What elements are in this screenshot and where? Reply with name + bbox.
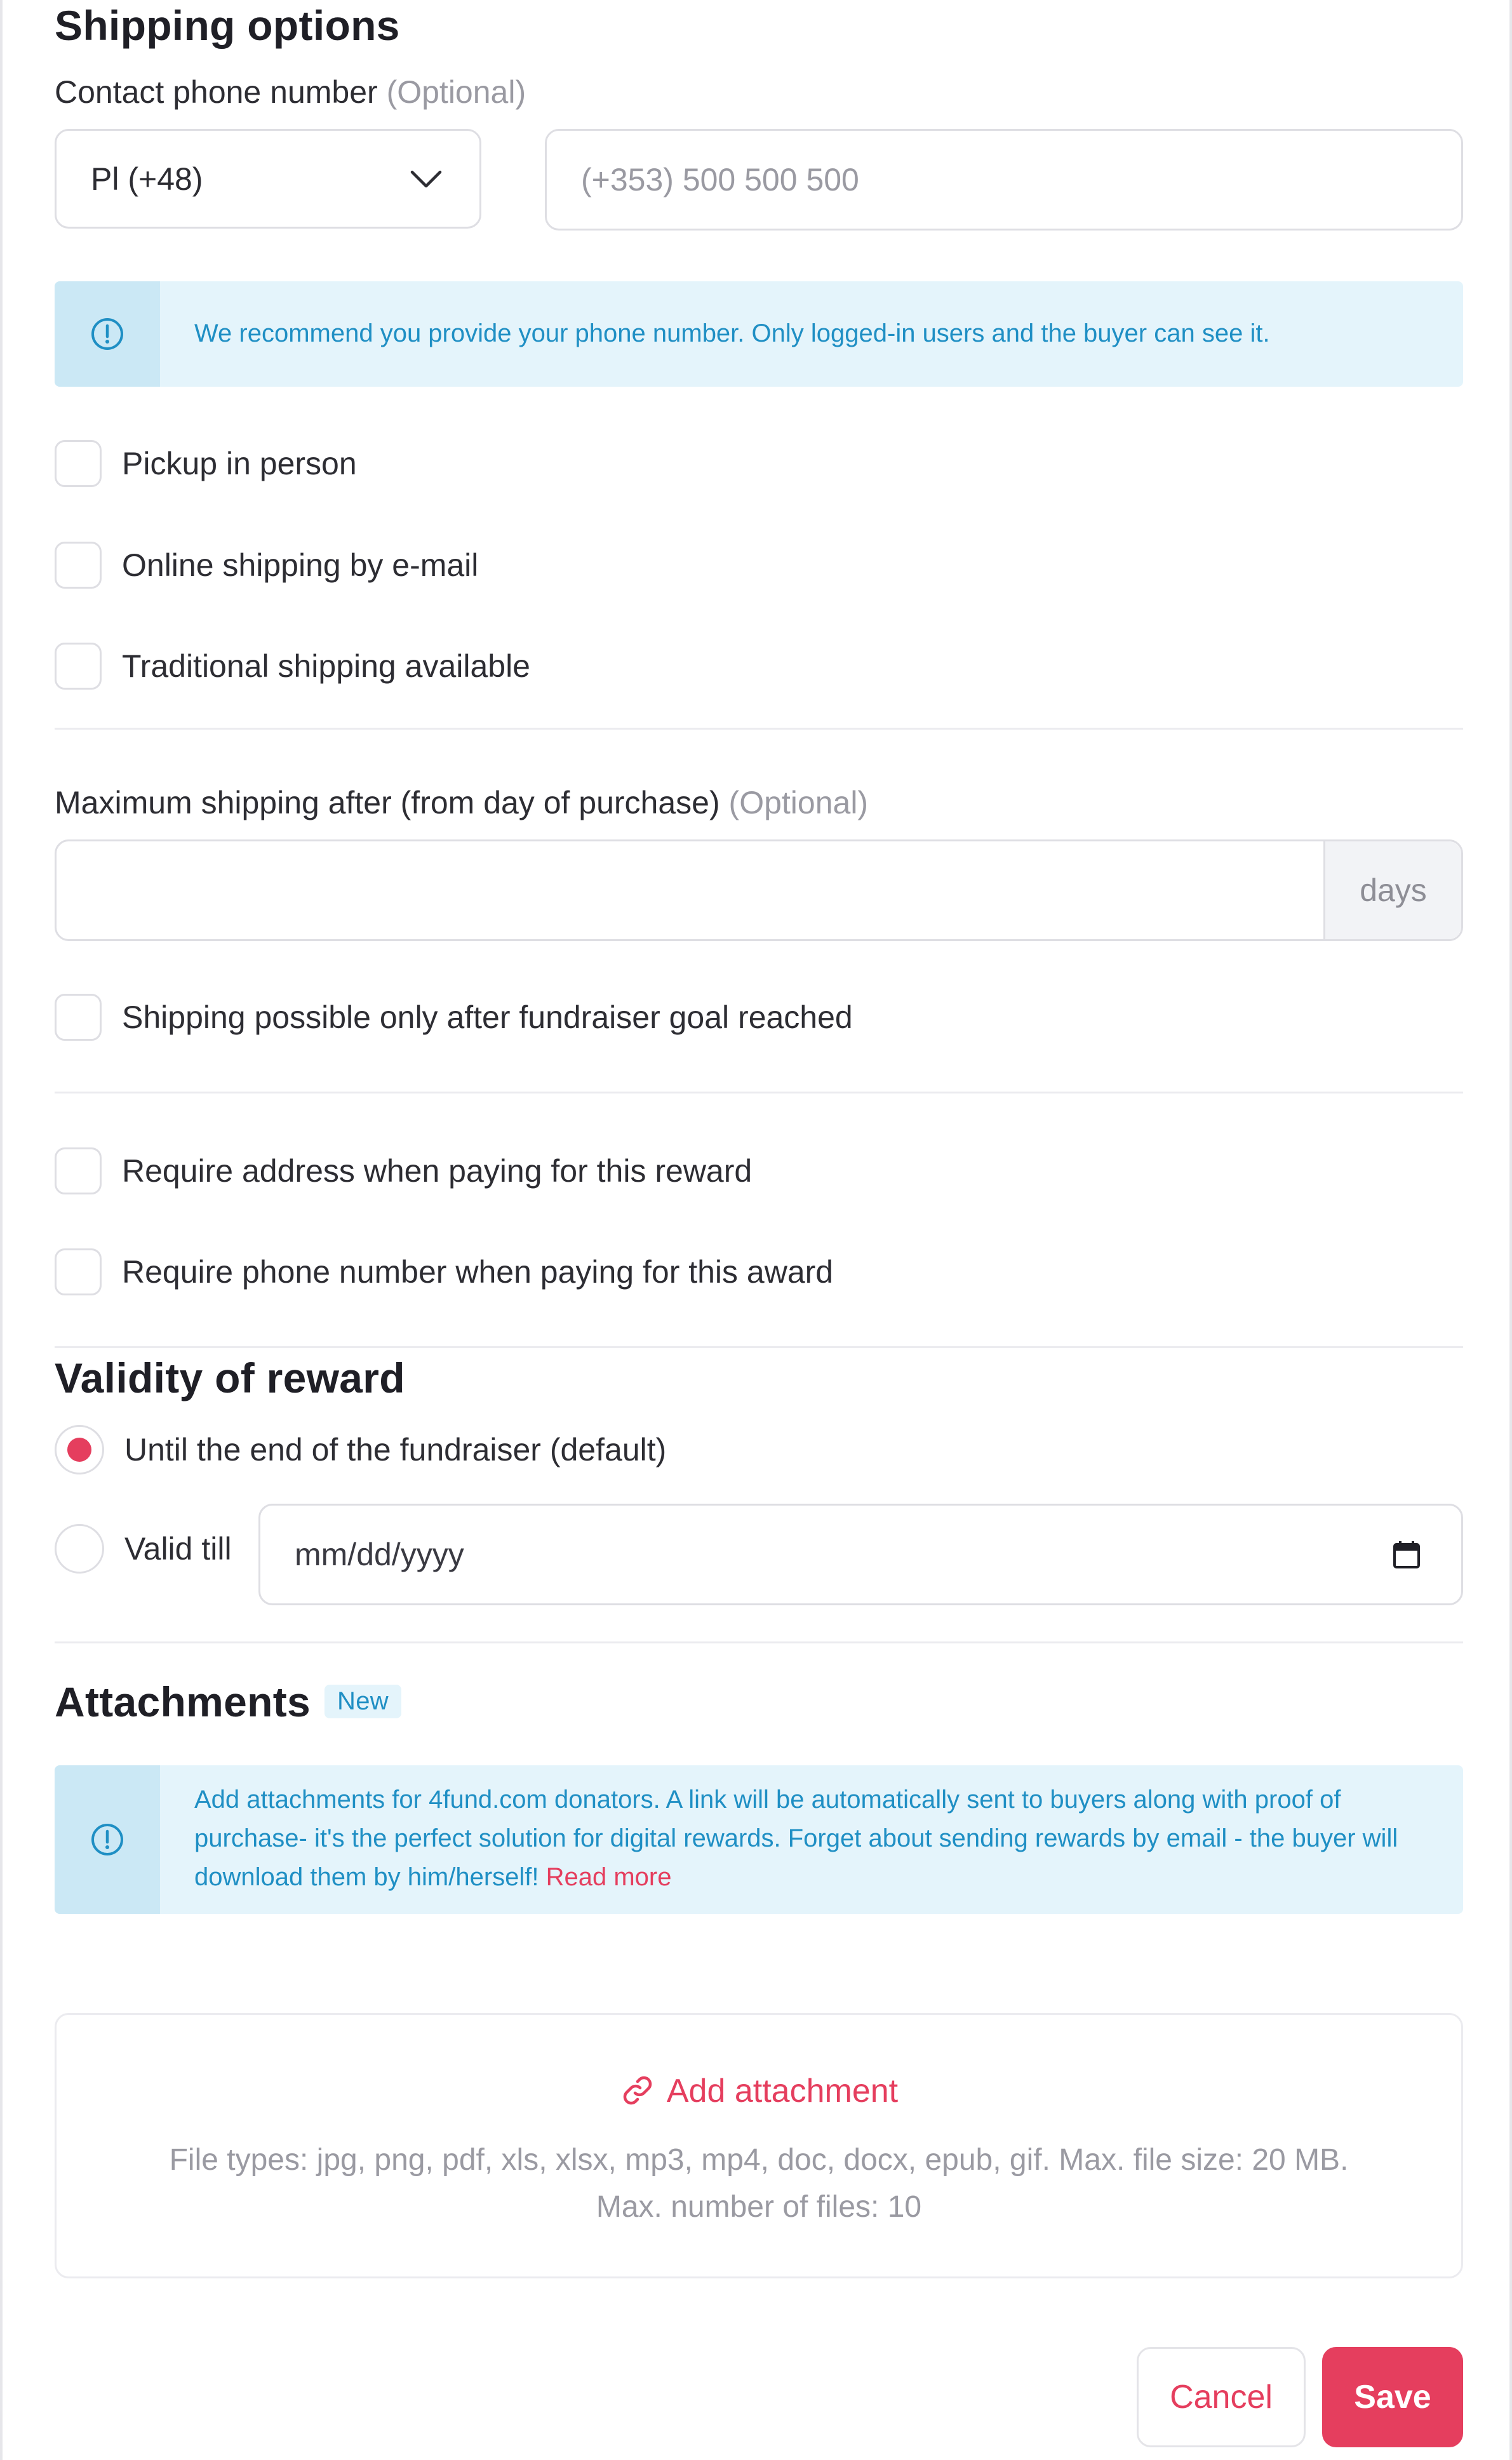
online-shipping-label: Online shipping by e-mail	[122, 547, 479, 583]
max-shipping-label: Maximum shipping after (from day of purc…	[55, 784, 868, 821]
attachments-info-text: Add attachments for 4fund.com donators. …	[194, 1781, 1412, 1897]
require-phone-checkbox[interactable]	[55, 1248, 102, 1295]
phone-input[interactable]: (+353) 500 500 500	[545, 129, 1463, 231]
section-title-validity: Validity of reward	[55, 1354, 405, 1401]
divider	[55, 1092, 1463, 1093]
divider	[55, 1346, 1463, 1348]
phone-placeholder: (+353) 500 500 500	[581, 162, 859, 197]
optional-tag: (Optional)	[386, 74, 526, 110]
file-type-info: File types: jpg, png, pdf, xls, xlsx, mp…	[107, 2137, 1410, 2231]
calendar-icon[interactable]	[1393, 1540, 1421, 1569]
pickup-checkbox[interactable]	[55, 440, 102, 487]
phone-label: Contact phone number (Optional)	[55, 74, 526, 110]
require-phone-label: Require phone number when paying for thi…	[122, 1254, 834, 1290]
goal-reached-option[interactable]: Shipping possible only after fundraiser …	[55, 991, 853, 1043]
pickup-label: Pickup in person	[122, 446, 357, 481]
attachments-info-alert: Add attachments for 4fund.com donators. …	[55, 1765, 1463, 1914]
country-code-value: Pl (+48)	[91, 161, 203, 197]
page: Shipping options Contact phone number (O…	[0, 0, 1512, 2460]
pickup-option[interactable]: Pickup in person	[55, 438, 357, 490]
max-shipping-label-text: Maximum shipping after (from day of purc…	[55, 785, 720, 820]
phone-info-text: We recommend you provide your phone numb…	[194, 319, 1270, 347]
file-types-text: File types: jpg, png, pdf, xls, xlsx, mp…	[169, 2143, 1349, 2177]
chevron-down-icon	[410, 170, 442, 187]
valid-till-option[interactable]: Valid till	[55, 1523, 232, 1575]
info-icon	[91, 318, 123, 350]
max-shipping-input[interactable]: days	[55, 839, 1463, 941]
phone-label-text: Contact phone number	[55, 74, 378, 110]
read-more-link[interactable]: Read more	[546, 1863, 672, 1891]
optional-tag: (Optional)	[728, 785, 869, 820]
traditional-shipping-option[interactable]: Traditional shipping available	[55, 640, 530, 692]
goal-reached-label: Shipping possible only after fundraiser …	[122, 999, 853, 1035]
goal-reached-checkbox[interactable]	[55, 994, 102, 1041]
until-end-label: Until the end of the fundraiser (default…	[124, 1432, 667, 1467]
date-placeholder: mm/dd/yyyy	[295, 1537, 464, 1572]
attachments-info-body: Add attachments for 4fund.com donators. …	[194, 1786, 1398, 1891]
valid-till-label: Valid till	[124, 1531, 232, 1567]
phone-info-alert: We recommend you provide your phone numb…	[55, 281, 1463, 387]
new-badge: New	[324, 1685, 401, 1719]
require-address-option[interactable]: Require address when paying for this rew…	[55, 1145, 752, 1197]
save-button[interactable]: Save	[1322, 2347, 1463, 2447]
require-phone-option[interactable]: Require phone number when paying for thi…	[55, 1246, 833, 1298]
traditional-shipping-label: Traditional shipping available	[122, 648, 530, 684]
online-shipping-option[interactable]: Online shipping by e-mail	[55, 539, 478, 591]
require-address-checkbox[interactable]	[55, 1147, 102, 1194]
divider	[55, 1641, 1463, 1643]
add-attachment-label: Add attachment	[666, 2073, 899, 2109]
days-suffix: days	[1323, 841, 1461, 939]
add-attachment-button[interactable]: Add attachment	[57, 2072, 1461, 2111]
online-shipping-checkbox[interactable]	[55, 542, 102, 589]
traditional-shipping-checkbox[interactable]	[55, 643, 102, 690]
valid-till-date-input[interactable]: mm/dd/yyyy	[258, 1504, 1463, 1605]
until-end-radio[interactable]	[55, 1425, 104, 1474]
until-end-option[interactable]: Until the end of the fundraiser (default…	[55, 1424, 666, 1476]
attachments-title-text: Attachments	[55, 1678, 311, 1725]
info-icon	[91, 1824, 123, 1855]
section-title-shipping: Shipping options	[55, 2, 400, 49]
section-title-attachments: Attachments New	[55, 1678, 401, 1726]
attachment-dropzone[interactable]: Add attachment File types: jpg, png, pdf…	[55, 2013, 1463, 2278]
cancel-button[interactable]: Cancel	[1137, 2347, 1306, 2447]
link-icon	[623, 2076, 652, 2105]
valid-till-radio[interactable]	[55, 1524, 104, 1574]
require-address-label: Require address when paying for this rew…	[122, 1153, 753, 1189]
divider	[55, 728, 1463, 730]
max-files-text: Max. number of files: 10	[596, 2190, 922, 2224]
country-code-select[interactable]: Pl (+48)	[55, 129, 481, 229]
